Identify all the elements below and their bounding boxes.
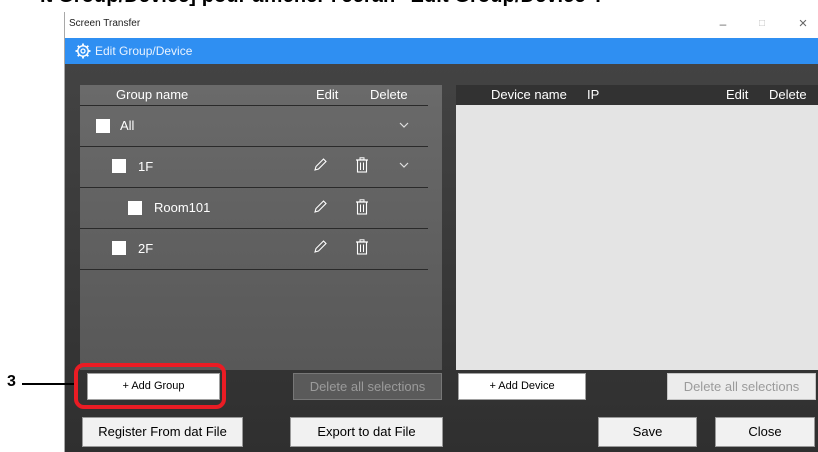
group-row-room101[interactable]: Room101	[80, 188, 428, 228]
device-panel: Device name IP Edit Delete	[456, 85, 818, 370]
group-checkbox-1f[interactable]	[112, 159, 126, 173]
delete-all-groups-button[interactable]: Delete all selections	[293, 373, 442, 400]
group-name-column-header: Group name	[116, 87, 189, 102]
trash-icon[interactable]	[355, 199, 369, 215]
header-bar: Edit Group/Device	[65, 38, 818, 64]
document-heading: it Group/Device] pour afficher l'écran "…	[40, 0, 601, 8]
edit-pencil-icon[interactable]	[312, 239, 328, 255]
maximize-button[interactable]: □	[751, 14, 773, 34]
callout-highlight-box	[74, 363, 226, 409]
device-delete-column-header: Delete	[769, 87, 807, 102]
device-name-column-header: Device name	[491, 87, 567, 102]
group-edit-column-header: Edit	[316, 87, 339, 102]
export-to-dat-button[interactable]: Export to dat File	[290, 417, 443, 447]
group-panel: Group name Edit Delete All 1F Room101 2F	[80, 85, 442, 370]
group-row-1f[interactable]: 1F	[80, 147, 428, 187]
register-from-dat-button[interactable]: Register From dat File	[82, 417, 243, 447]
row-divider	[80, 269, 428, 270]
callout-number: 3	[7, 373, 16, 390]
group-delete-column-header: Delete	[370, 87, 408, 102]
device-panel-header: Device name IP Edit Delete	[456, 85, 818, 105]
group-label-1f: 1F	[138, 159, 154, 174]
edit-pencil-icon[interactable]	[312, 199, 328, 215]
close-window-button[interactable]: ×	[792, 14, 814, 34]
chevron-down-icon[interactable]	[399, 121, 409, 129]
title-bar: Screen Transfer – □ ×	[65, 12, 818, 38]
device-list[interactable]	[456, 105, 818, 370]
page: it Group/Device] pour afficher l'écran "…	[0, 0, 818, 452]
device-ip-column-header: IP	[587, 87, 600, 102]
group-checkbox-all[interactable]	[96, 119, 110, 133]
window-title: Screen Transfer	[69, 18, 141, 29]
document-heading-clip: it Group/Device] pour afficher l'écran "…	[0, 0, 818, 10]
group-checkbox-2f[interactable]	[112, 241, 126, 255]
device-edit-column-header: Edit	[726, 87, 749, 102]
trash-icon[interactable]	[355, 239, 369, 255]
trash-icon[interactable]	[355, 157, 369, 173]
minimize-button[interactable]: –	[712, 14, 734, 34]
chevron-down-icon[interactable]	[399, 161, 409, 169]
group-label-2f: 2F	[138, 241, 154, 256]
group-row-2f[interactable]: 2F	[80, 229, 428, 269]
group-label-room101: Room101	[154, 200, 211, 215]
close-button[interactable]: Close	[715, 417, 815, 447]
add-device-button[interactable]: + Add Device	[458, 373, 586, 400]
edit-pencil-icon[interactable]	[312, 157, 328, 173]
callout-line	[22, 383, 78, 385]
save-button[interactable]: Save	[598, 417, 697, 447]
gear-icon	[75, 43, 91, 59]
group-label-all: All	[120, 118, 135, 133]
group-checkbox-room101[interactable]	[128, 201, 142, 215]
delete-all-devices-button[interactable]: Delete all selections	[667, 373, 816, 400]
header-title: Edit Group/Device	[95, 44, 193, 58]
group-row-all[interactable]: All	[80, 106, 428, 146]
